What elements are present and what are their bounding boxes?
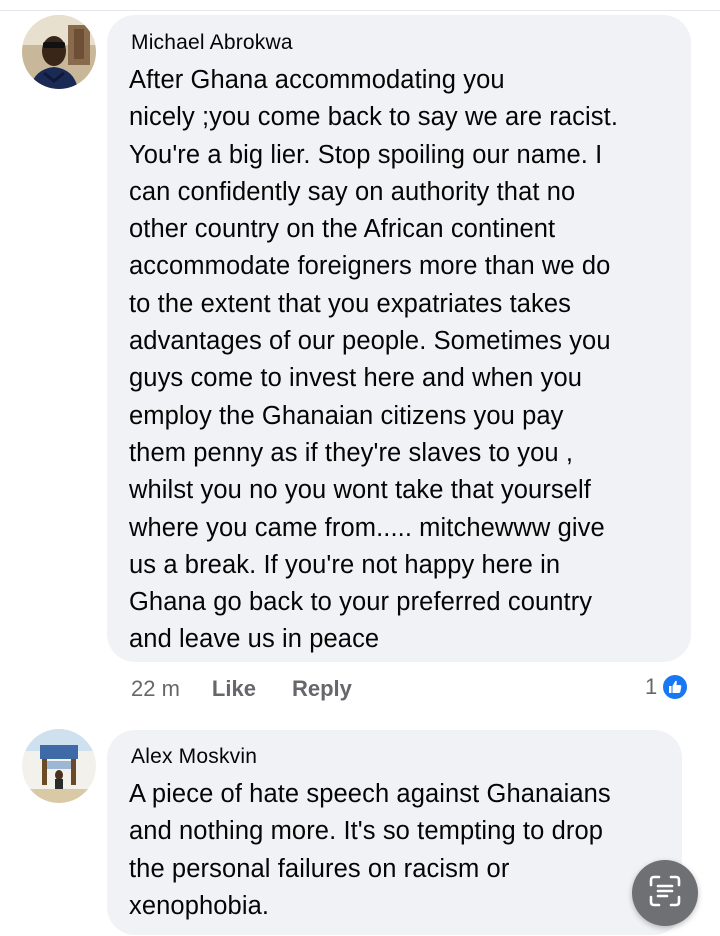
like-button[interactable]: Like xyxy=(212,676,256,702)
comment-text: A piece of hate speech against Ghanaians… xyxy=(129,780,611,920)
comment-timestamp[interactable]: 22 m xyxy=(131,676,180,702)
comment-actions: 22 m Like Reply xyxy=(131,674,352,704)
thumbs-up-icon xyxy=(661,673,690,701)
reaction-count: 1 xyxy=(645,674,658,699)
avatar-michael-abrokwa[interactable] xyxy=(22,15,96,89)
comment-author[interactable]: Michael Abrokwa xyxy=(131,31,293,55)
comment-author[interactable]: Alex Moskvin xyxy=(131,745,257,769)
scan-text-icon xyxy=(648,874,682,913)
avatar-alex-moskvin[interactable] xyxy=(22,729,96,803)
comment-text: After Ghana accommodating you nicely ;yo… xyxy=(129,66,618,654)
reply-button[interactable]: Reply xyxy=(292,676,352,702)
scan-text-button[interactable] xyxy=(632,860,698,926)
reaction-summary[interactable]: 1 xyxy=(645,673,690,701)
top-divider xyxy=(0,10,720,11)
